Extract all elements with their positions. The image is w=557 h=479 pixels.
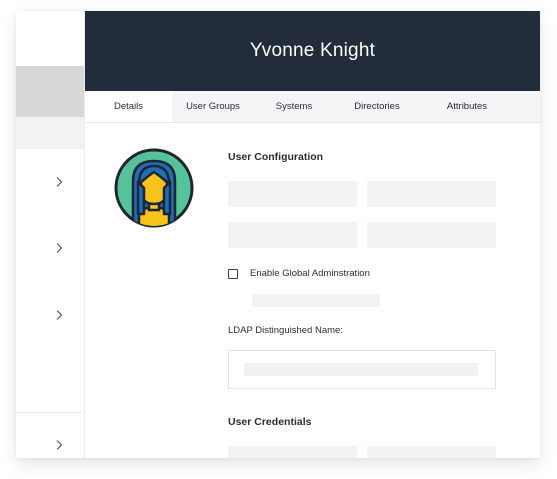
global-admin-checkbox[interactable] (228, 268, 238, 279)
ldap-value-placeholder (244, 363, 478, 376)
avatar (114, 148, 194, 228)
tab-bar: Details User Groups Systems Directories … (85, 91, 540, 123)
user-list-subheader (16, 117, 85, 149)
last-name-field[interactable] (367, 181, 496, 207)
global-admin-option: Enable Global Adminstration (228, 268, 370, 279)
list-item[interactable] (16, 149, 85, 216)
chevron-right-icon (53, 176, 65, 188)
chevron-right-icon (53, 439, 65, 451)
user-list-panel (16, 11, 85, 458)
user-detail-panel: Yvonne Knight Details User Groups System… (85, 11, 540, 458)
password-field[interactable] (228, 446, 357, 458)
user-credentials-title: User Credentials (228, 416, 312, 428)
tab-details[interactable]: Details (85, 91, 172, 122)
first-name-field[interactable] (228, 181, 357, 207)
list-item[interactable] (16, 348, 85, 413)
user-configuration-title: User Configuration (228, 151, 324, 163)
user-list-selected-row[interactable] (16, 66, 85, 117)
user-detail-card: Yvonne Knight Details User Groups System… (16, 11, 540, 458)
tab-attributes[interactable]: Attributes (420, 91, 514, 122)
global-admin-label: Enable Global Adminstration (250, 268, 370, 279)
username-field[interactable] (228, 222, 357, 248)
email-field[interactable] (367, 222, 496, 248)
list-item[interactable] (16, 281, 85, 349)
confirm-password-field[interactable] (367, 446, 496, 458)
list-item[interactable] (16, 412, 85, 458)
global-admin-hint (252, 294, 380, 307)
user-header: Yvonne Knight (85, 11, 540, 91)
ldap-distinguished-name-input[interactable] (228, 350, 496, 389)
list-item[interactable] (16, 215, 85, 282)
tab-user-groups[interactable]: User Groups (172, 91, 254, 122)
user-name-title: Yvonne Knight (249, 40, 376, 61)
chevron-right-icon (53, 242, 65, 254)
tab-directories[interactable]: Directories (334, 91, 420, 122)
ldap-label: LDAP Distinguished Name: (228, 325, 343, 336)
tab-systems[interactable]: Systems (254, 91, 334, 122)
chevron-right-icon (53, 309, 65, 321)
